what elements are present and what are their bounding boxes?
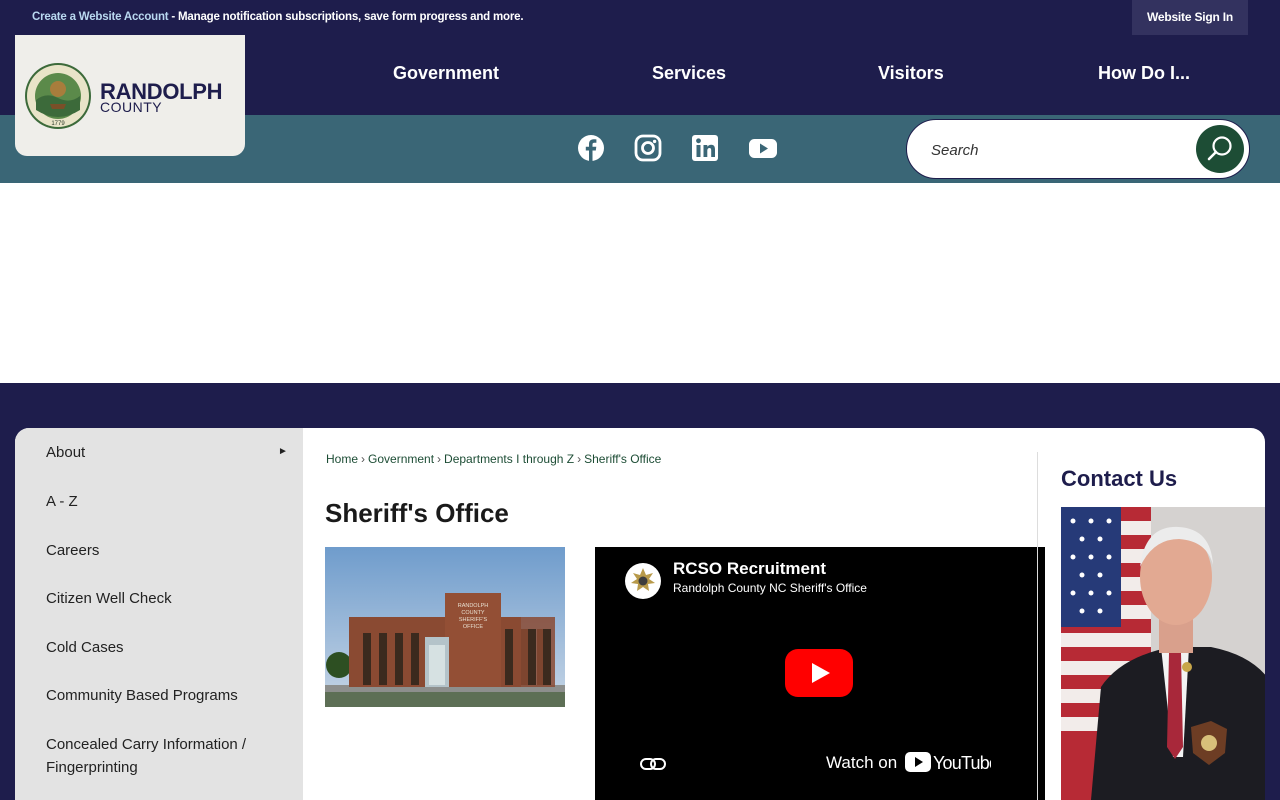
county-seal-icon: 1779 [25, 63, 91, 129]
sidebar-item-concealed-carry[interactable]: Concealed Carry Information / Fingerprin… [46, 733, 276, 779]
facebook-icon[interactable] [577, 133, 605, 163]
watch-on-label[interactable]: Watch on [826, 753, 897, 773]
breadcrumb: Home › Government › Departments I through Z ›… [326, 452, 662, 466]
breadcrumb-current[interactable]: Sheriff's Office [584, 452, 661, 466]
breadcrumb-government[interactable]: Government [368, 452, 434, 466]
website-sign-in-button[interactable]: Website Sign In [1132, 0, 1248, 35]
nav-government[interactable]: Government [393, 63, 499, 84]
building-sign-line4: OFFICE [463, 624, 483, 630]
content-card: About ► A - Z Careers Citizen Well Check… [15, 428, 1265, 800]
play-button[interactable] [785, 649, 853, 697]
instagram-icon[interactable] [634, 133, 662, 163]
top-utility-bar: Create a Website Account - Manage notifi… [0, 0, 1280, 35]
search-icon [1207, 136, 1232, 161]
linkedin-icon[interactable] [691, 133, 719, 163]
sidebar-item-about[interactable]: About [46, 441, 85, 464]
sheriff-portrait-image [1061, 507, 1265, 800]
sidebar-navigation: About ► A - Z Careers Citizen Well Check… [15, 428, 303, 800]
breadcrumb-home[interactable]: Home [326, 452, 358, 466]
youtube-icon[interactable] [748, 133, 778, 163]
sidebar-item-community-based-programs[interactable]: Community Based Programs [46, 684, 238, 707]
search-button[interactable] [1196, 125, 1244, 173]
seal-year: 1779 [51, 121, 65, 127]
building-sign-line3: SHERIFF'S [459, 617, 488, 623]
youtube-video-embed[interactable]: RCSO Recruitment Randolph County NC Sher… [595, 547, 1045, 800]
search-box [906, 119, 1250, 179]
account-message-text: - Manage notification subscriptions, sav… [168, 11, 524, 23]
account-message: Create a Website Account - Manage notifi… [32, 11, 524, 23]
county-logo[interactable]: 1779 RANDOLPH COUNTY [15, 35, 245, 156]
sidebar-item-a-z[interactable]: A - Z [46, 490, 78, 513]
nav-services[interactable]: Services [652, 63, 726, 84]
video-title[interactable]: RCSO Recruitment [673, 559, 826, 579]
youtube-logo[interactable]: YouTube [905, 751, 1000, 775]
building-sign-line1: RANDOLPH [458, 603, 489, 609]
nav-visitors[interactable]: Visitors [878, 63, 944, 84]
copy-link-icon[interactable] [639, 751, 667, 777]
sidebar-item-careers[interactable]: Careers [46, 539, 99, 562]
county-subname: COUNTY [100, 99, 163, 115]
video-channel[interactable]: Randolph County NC Sheriff's Office [673, 581, 867, 595]
play-icon [785, 649, 853, 697]
sheriff-office-building-image: RANDOLPH COUNTY SHERIFF'S OFFICE [325, 547, 565, 707]
contact-us-heading: Contact Us [1061, 466, 1178, 491]
sidebar-item-cold-cases[interactable]: Cold Cases [46, 636, 124, 659]
channel-badge-icon[interactable] [625, 563, 661, 599]
page-title: Sheriff's Office [325, 498, 509, 528]
column-divider [1037, 452, 1038, 800]
nav-how-do-i[interactable]: How Do I... [1098, 63, 1190, 84]
youtube-wordmark: YouTube [933, 753, 991, 773]
sidebar-item-citizen-well-check[interactable]: Citizen Well Check [46, 587, 172, 610]
expand-arrow-icon[interactable]: ► [278, 446, 288, 457]
building-sign-line2: COUNTY [461, 610, 485, 616]
create-account-link[interactable]: Create a Website Account [32, 11, 169, 23]
breadcrumb-departments[interactable]: Departments I through Z [444, 452, 574, 466]
search-input[interactable] [931, 138, 1181, 162]
